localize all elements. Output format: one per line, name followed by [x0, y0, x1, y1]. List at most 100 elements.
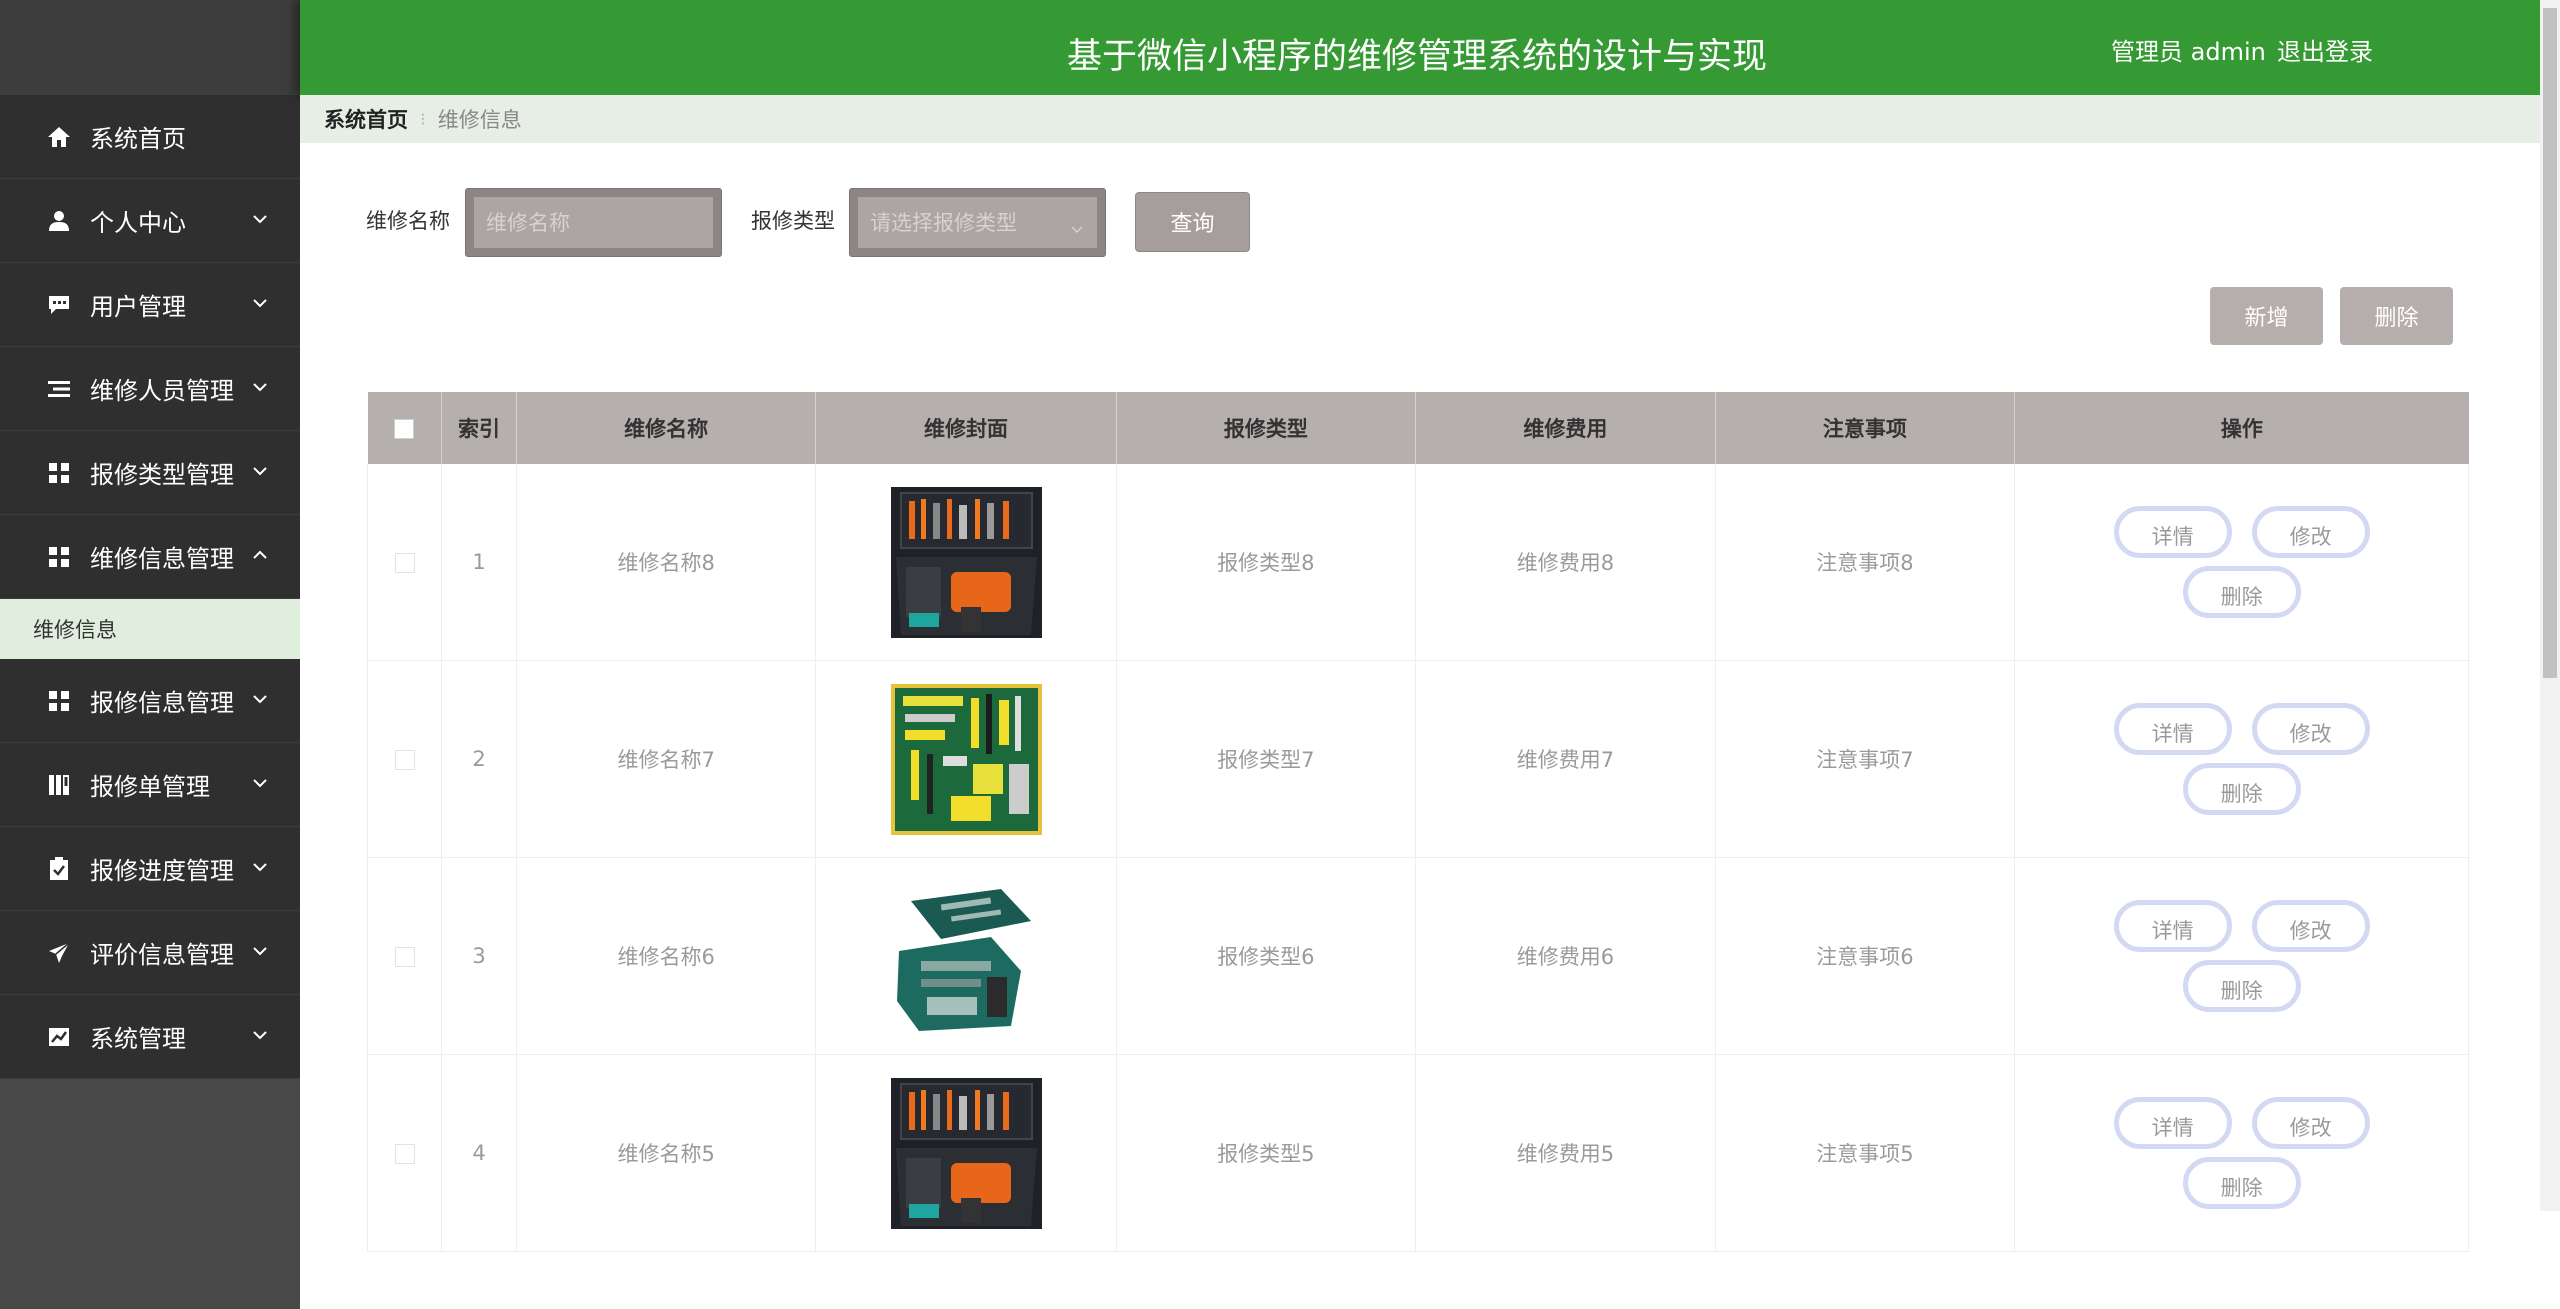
sidebar-item-label: 报修进度管理: [90, 857, 234, 885]
column-header: 维修封面: [815, 392, 1117, 464]
green-tool-set-image[interactable]: [890, 683, 1042, 835]
chevron-down-icon: [252, 1029, 268, 1041]
clipboard-check-icon: [46, 856, 72, 882]
row-notes: 注意事项5: [1715, 1054, 2016, 1252]
delete-button[interactable]: 删除: [2182, 960, 2301, 1012]
table-row: 3 维修名称6 报修类型6 维修费用6 注意事项6 详情 修改 删除: [366, 857, 2469, 1055]
sidebar-subitem-repair-info[interactable]: 维修信息: [0, 599, 300, 659]
columns-icon: [46, 772, 72, 798]
row-name: 维修名称6: [516, 857, 817, 1055]
row-checkbox[interactable]: [394, 1144, 415, 1164]
row-type: 报修类型7: [1116, 660, 1417, 858]
row-fee: 维修费用8: [1415, 464, 1716, 661]
column-header: 维修费用: [1415, 392, 1716, 464]
sidebar-item-label: 用户管理: [90, 293, 186, 321]
row-cover-cell: [815, 464, 1117, 661]
name-search-label: 维修名称: [366, 209, 450, 233]
edit-button[interactable]: 修改: [2251, 703, 2370, 755]
chevron-down-icon: [252, 777, 268, 789]
edit-button[interactable]: 修改: [2251, 1097, 2370, 1149]
row-cover-cell: [815, 1054, 1117, 1252]
detail-button[interactable]: 详情: [2113, 1097, 2232, 1149]
logout-link[interactable]: 退出登录: [2277, 32, 2373, 67]
grid-icon: [46, 460, 72, 486]
sidebar-item-repair-request-management[interactable]: 报修信息管理: [0, 659, 300, 743]
chevron-down-icon: [252, 693, 268, 705]
detail-button[interactable]: 详情: [2113, 506, 2232, 558]
select-all-checkbox[interactable]: [394, 419, 415, 439]
chevron-down-icon: [252, 861, 268, 873]
delete-button[interactable]: 删除: [2182, 763, 2301, 815]
column-header: 索引: [441, 392, 517, 464]
row-notes: 注意事项6: [1715, 857, 2016, 1055]
sidebar-item-evaluation-management[interactable]: 评价信息管理: [0, 911, 300, 995]
add-button[interactable]: 新增: [2210, 287, 2323, 345]
row-index: 3: [441, 857, 517, 1055]
sidebar-item-user-management[interactable]: 用户管理: [0, 263, 300, 347]
scrollbar-thumb[interactable]: [2543, 8, 2557, 678]
row-checkbox[interactable]: [394, 947, 415, 967]
detail-button[interactable]: 详情: [2113, 703, 2232, 755]
user-icon: [46, 208, 72, 234]
delete-button[interactable]: 删除: [2182, 1157, 2301, 1209]
sidebar: 系统首页 个人中心 用户管理 维修人员管理 报修类型管理 维修信息管理 维修信息…: [0, 0, 300, 1309]
row-notes: 注意事项8: [1715, 464, 2016, 661]
row-name: 维修名称8: [516, 464, 817, 661]
orange-toolbox-image[interactable]: [890, 486, 1042, 638]
grid-icon: [46, 544, 72, 570]
grid-icon: [46, 688, 72, 714]
batch-delete-button[interactable]: 删除: [2340, 287, 2453, 345]
type-select[interactable]: [849, 188, 1106, 257]
row-name: 维修名称5: [516, 1054, 817, 1252]
row-index: 2: [441, 660, 517, 858]
row-cover-cell: [815, 660, 1117, 858]
row-fee: 维修费用6: [1415, 857, 1716, 1055]
row-actions: 详情 修改 删除: [2014, 857, 2469, 1055]
page-scrollbar[interactable]: [2540, 0, 2560, 1211]
table-row: 1 维修名称8 报修类型8 维修费用8 注意事项8 详情 修改 删除: [366, 464, 2469, 661]
sidebar-item-repair-progress-management[interactable]: 报修进度管理: [0, 827, 300, 911]
chat-icon: [46, 292, 72, 318]
row-checkbox[interactable]: [394, 750, 415, 770]
row-type: 报修类型6: [1116, 857, 1417, 1055]
row-notes: 注意事项7: [1715, 660, 2016, 858]
breadcrumb-current: 维修信息: [437, 108, 522, 132]
chevron-down-icon: [252, 381, 268, 393]
column-header: 操作: [2014, 392, 2469, 464]
delete-button[interactable]: 删除: [2182, 566, 2301, 618]
sidebar-filler: [0, 1079, 300, 1309]
row-actions: 详情 修改 删除: [2014, 1054, 2469, 1252]
sidebar-item-label: 报修信息管理: [90, 689, 234, 717]
detail-button[interactable]: 详情: [2113, 900, 2232, 952]
row-select-cell: [366, 660, 443, 858]
sidebar-item-label: 评价信息管理: [90, 941, 234, 969]
chevron-down-icon: [252, 213, 268, 225]
query-button[interactable]: 查询: [1135, 192, 1250, 252]
type-select-input[interactable]: [858, 209, 1097, 236]
sidebar-item-repair-info-management[interactable]: 维修信息管理: [0, 515, 300, 599]
send-icon: [46, 940, 72, 966]
sidebar-item-repair-order-management[interactable]: 报修单管理: [0, 743, 300, 827]
sidebar-item-repairer-management[interactable]: 维修人员管理: [0, 347, 300, 431]
name-search-input[interactable]: [474, 209, 713, 236]
teal-tool-case-image[interactable]: [890, 880, 1042, 1032]
select-all-cell: [367, 392, 443, 464]
row-name: 维修名称7: [516, 660, 817, 858]
breadcrumb-home[interactable]: 系统首页: [324, 104, 408, 134]
table-header-row: 索引 维修名称 维修封面 报修类型 维修费用 注意事项 操作: [367, 392, 2469, 464]
edit-button[interactable]: 修改: [2251, 506, 2370, 558]
sidebar-item-personal-center[interactable]: 个人中心: [0, 179, 300, 263]
sidebar-item-system-management[interactable]: 系统管理: [0, 995, 300, 1079]
sidebar-item-repair-type-management[interactable]: 报修类型管理: [0, 431, 300, 515]
sidebar-item-label: 维修信息管理: [90, 545, 234, 573]
row-checkbox[interactable]: [394, 553, 415, 573]
row-fee: 维修费用5: [1415, 1054, 1716, 1252]
row-actions: 详情 修改 删除: [2014, 660, 2469, 858]
edit-button[interactable]: 修改: [2251, 900, 2370, 952]
sidebar-item-home[interactable]: 系统首页: [0, 95, 300, 179]
row-type: 报修类型8: [1116, 464, 1417, 661]
row-select-cell: [366, 1054, 443, 1252]
repair-info-table: 索引 维修名称 维修封面 报修类型 维修费用 注意事项 操作 1 维修名称8 报…: [366, 392, 2469, 1252]
orange-toolbox-image[interactable]: [890, 1077, 1042, 1229]
row-cover-cell: [815, 857, 1117, 1055]
